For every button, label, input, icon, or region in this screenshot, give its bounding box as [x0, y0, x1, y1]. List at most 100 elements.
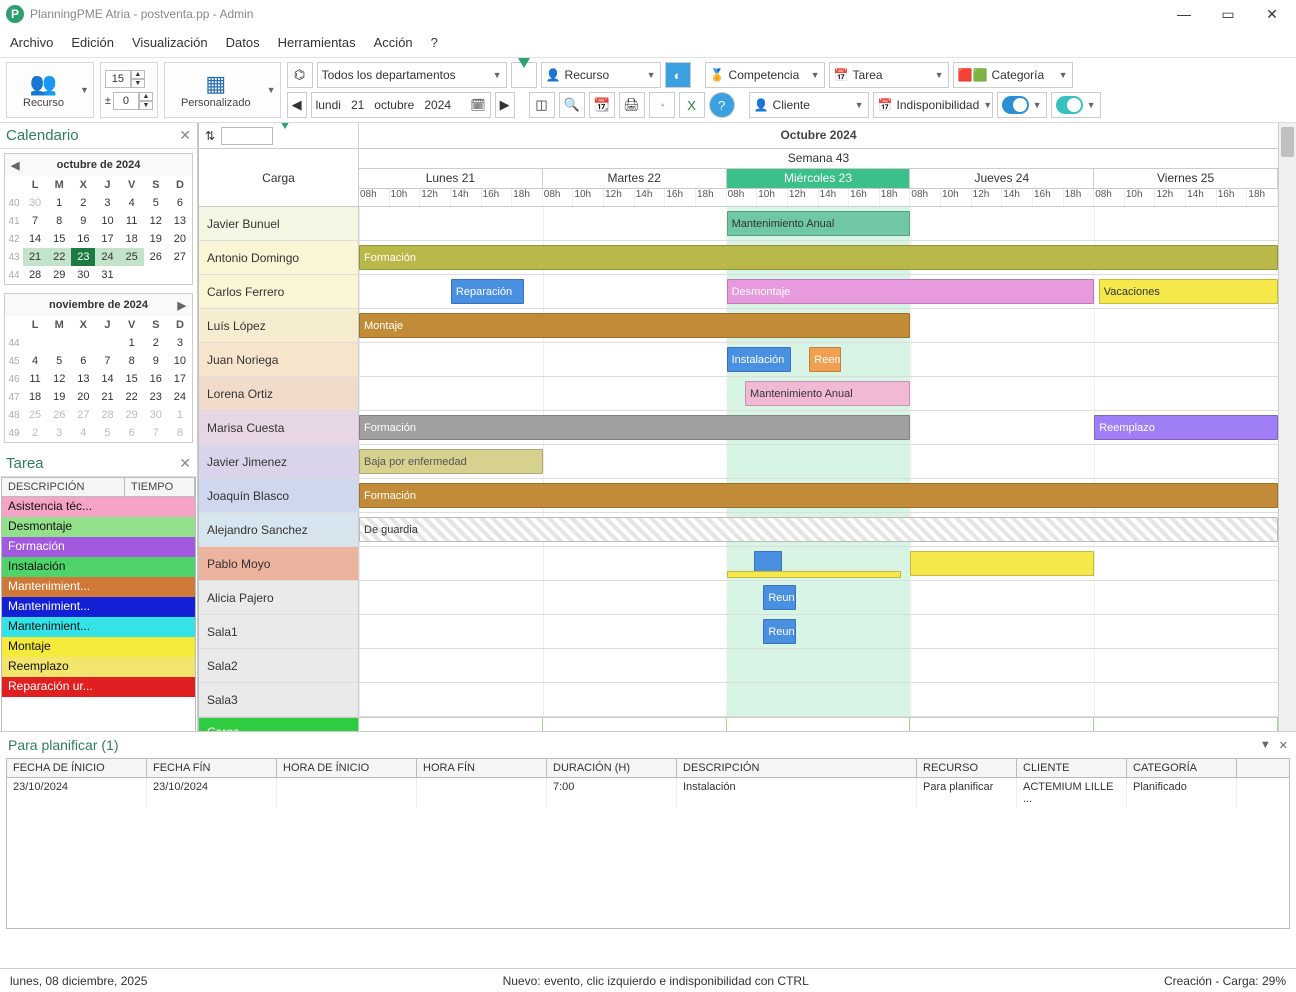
- plan-col-header[interactable]: FECHA FÍN: [147, 759, 277, 777]
- recurso-button[interactable]: 👥 Recurso: [11, 69, 76, 111]
- calendar-day[interactable]: 17: [168, 370, 192, 388]
- tarea-item[interactable]: Formación: [2, 537, 195, 557]
- resource-label[interactable]: Sala2: [199, 649, 359, 682]
- resource-lane[interactable]: [359, 547, 1278, 580]
- task-bar[interactable]: Vacaciones: [1099, 279, 1278, 304]
- menu-visualización[interactable]: Visualización: [132, 35, 208, 50]
- calendar-day[interactable]: 22: [120, 388, 144, 406]
- calendar-day[interactable]: 24: [168, 388, 192, 406]
- calendar-day[interactable]: 12: [47, 370, 71, 388]
- calendar-day[interactable]: 29: [47, 266, 71, 284]
- task-bar[interactable]: Reun: [763, 585, 795, 610]
- calendar-day[interactable]: 25: [120, 248, 144, 266]
- day-header[interactable]: Jueves 24: [910, 169, 1094, 188]
- resource-lane[interactable]: Montaje: [359, 309, 1278, 342]
- calendar-day[interactable]: 18: [23, 388, 47, 406]
- cliente-combo[interactable]: 👤 Cliente▼: [749, 92, 869, 118]
- menu-acción[interactable]: Acción: [374, 35, 413, 50]
- resource-label[interactable]: Lorena Ortiz: [199, 377, 359, 410]
- minimize-button[interactable]: —: [1174, 6, 1194, 23]
- resource-label[interactable]: Antonio Domingo: [199, 241, 359, 274]
- calendar-day[interactable]: 15: [47, 230, 71, 248]
- calendar-day[interactable]: 26: [144, 248, 168, 266]
- calendar-day[interactable]: 23: [144, 388, 168, 406]
- calendar-day[interactable]: 20: [71, 388, 95, 406]
- calendar-day[interactable]: 21: [95, 388, 119, 406]
- day-header[interactable]: Martes 22: [543, 169, 727, 188]
- resource-label[interactable]: Sala1: [199, 615, 359, 648]
- tarea-item[interactable]: Mantenimient...: [2, 617, 195, 637]
- task-bar[interactable]: Reparación: [451, 279, 525, 304]
- spinner-buttons[interactable]: ▲▼: [131, 70, 145, 88]
- calendar-day[interactable]: 3: [168, 334, 192, 352]
- calendar-day[interactable]: 7: [144, 424, 168, 442]
- plan-col-header[interactable]: DURACIÓN (H): [547, 759, 677, 777]
- calendar-day[interactable]: 13: [71, 370, 95, 388]
- tarea-combo[interactable]: 📅 Tarea▼: [829, 62, 949, 88]
- resource-lane[interactable]: Mantenimiento Anual: [359, 377, 1278, 410]
- calendar-day[interactable]: 6: [168, 194, 192, 212]
- calendar-day[interactable]: 11: [23, 370, 47, 388]
- tarea-item[interactable]: Mantenimient...: [2, 597, 195, 617]
- help-button[interactable]: ?: [709, 92, 735, 118]
- task-bar[interactable]: Mantenimiento Anual: [727, 211, 911, 236]
- calendar-day[interactable]: 1: [120, 334, 144, 352]
- calendar-day[interactable]: 16: [144, 370, 168, 388]
- planificar-row[interactable]: 23/10/202423/10/20247:00InstalaciónPara …: [7, 778, 1289, 808]
- date-prev-button[interactable]: ◀: [287, 92, 307, 118]
- rows-spinner[interactable]: 15: [105, 70, 131, 88]
- plan-col-header[interactable]: RECURSO: [917, 759, 1017, 777]
- calendar-day[interactable]: 7: [23, 212, 47, 230]
- calendar-day[interactable]: 1: [47, 194, 71, 212]
- funnel-icon[interactable]: [279, 129, 291, 143]
- resource-lane[interactable]: Reun: [359, 615, 1278, 648]
- resource-lane[interactable]: [359, 649, 1278, 682]
- task-bar[interactable]: Formación: [359, 245, 1278, 270]
- resource-lane[interactable]: Formación: [359, 479, 1278, 512]
- dropdown-arrow-icon[interactable]: ▼: [267, 85, 276, 95]
- calendar-day[interactable]: 21: [23, 248, 47, 266]
- calendar-day[interactable]: 27: [168, 248, 192, 266]
- task-bar[interactable]: Reem: [809, 347, 841, 372]
- task-bar[interactable]: Montaje: [359, 313, 910, 338]
- resource-label[interactable]: Pablo Moyo: [199, 547, 359, 580]
- plan-col-header[interactable]: HORA DE ÍNICIO: [277, 759, 417, 777]
- calendar-day[interactable]: 4: [23, 352, 47, 370]
- calendar-day[interactable]: 19: [47, 388, 71, 406]
- calendar-day[interactable]: [95, 334, 119, 352]
- vertical-scrollbar[interactable]: [1278, 123, 1296, 731]
- calendar-day[interactable]: [71, 334, 95, 352]
- resource-label[interactable]: Marisa Cuesta: [199, 411, 359, 444]
- close-pane-icon[interactable]: ✕: [179, 455, 191, 472]
- resource-label[interactable]: Javier Bunuel: [199, 207, 359, 240]
- toggle-1[interactable]: ▼: [997, 92, 1047, 118]
- calendar-day[interactable]: 25: [23, 406, 47, 424]
- resource-lane[interactable]: InstalaciónReem: [359, 343, 1278, 376]
- prev-month-icon[interactable]: ◀: [11, 159, 19, 172]
- spinner-buttons[interactable]: ▲▼: [139, 92, 153, 110]
- calendar-day[interactable]: 30: [71, 266, 95, 284]
- categoria-combo[interactable]: 🟥🟩 Categoría▼: [953, 62, 1073, 88]
- resource-lane[interactable]: Formación: [359, 241, 1278, 274]
- hierarchy-icon-button[interactable]: ⌬: [287, 62, 313, 88]
- calendar-day[interactable]: 27: [71, 406, 95, 424]
- resource-lane[interactable]: [359, 683, 1278, 716]
- calendar-day[interactable]: 13: [168, 212, 192, 230]
- calendar-day[interactable]: 8: [168, 424, 192, 442]
- select-tool-button[interactable]: ◫: [529, 92, 555, 118]
- filter-button[interactable]: [511, 62, 537, 88]
- resource-label[interactable]: Alicia Pajero: [199, 581, 359, 614]
- calendar-day[interactable]: 6: [120, 424, 144, 442]
- task-bar[interactable]: Reun: [763, 619, 795, 644]
- indisponibilidad-combo[interactable]: 📅 Indisponibilidad▼: [873, 92, 993, 118]
- competencia-combo[interactable]: 🏅 Competencia▼: [705, 62, 825, 88]
- resource-label[interactable]: Sala3: [199, 683, 359, 716]
- toggle-2[interactable]: ▼: [1051, 92, 1101, 118]
- date-picker[interactable]: lundi 21 octubre 2024 🗓: [311, 92, 491, 118]
- task-bar[interactable]: De guardia: [359, 517, 1278, 542]
- calendar-day[interactable]: 28: [95, 406, 119, 424]
- offset-spinner[interactable]: 0: [113, 92, 139, 110]
- calendar-day[interactable]: 24: [95, 248, 119, 266]
- calendar-day[interactable]: 12: [144, 212, 168, 230]
- blue-toggle-button[interactable]: ◐: [665, 62, 691, 88]
